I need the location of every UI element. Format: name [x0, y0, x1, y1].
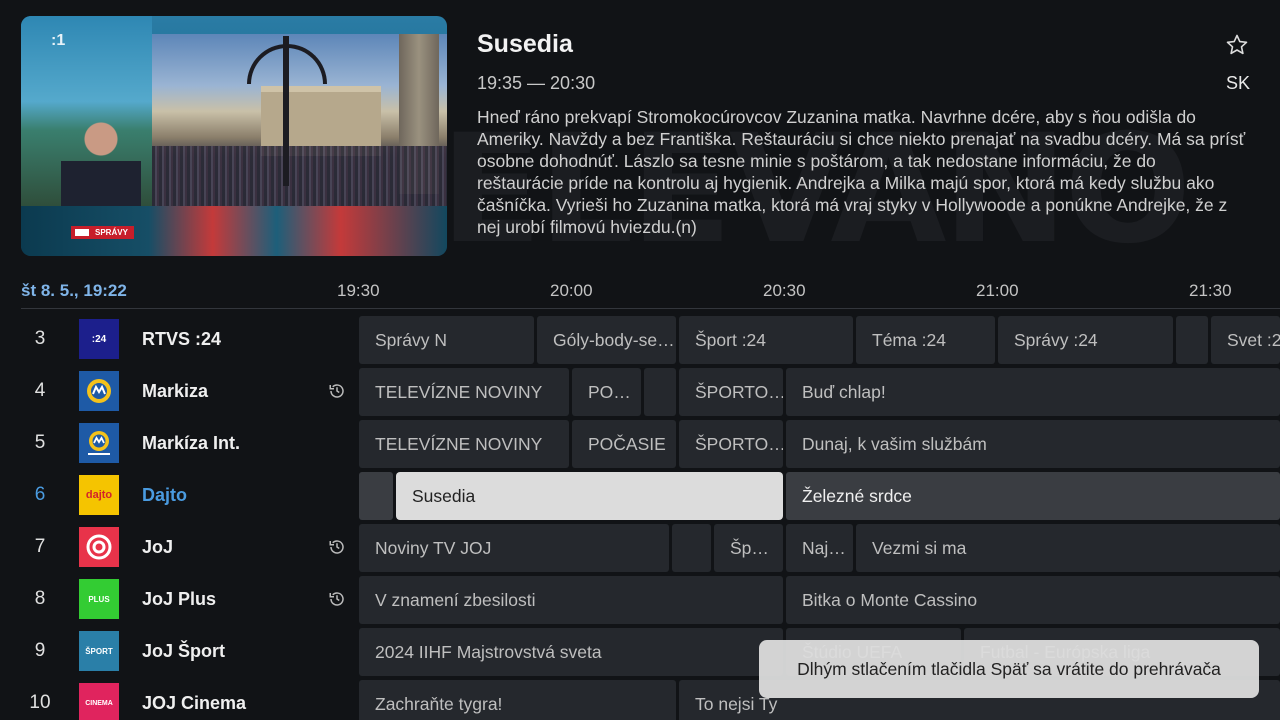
news-badge: SPRÁVY — [71, 226, 134, 239]
news-anchor — [61, 121, 141, 211]
program-cell[interactable]: Zachraňte tygra! — [359, 680, 676, 720]
time-tick: 21:30 — [1189, 281, 1232, 300]
channel-name: JoJ Šport — [142, 641, 226, 661]
channel-number: 3 — [34, 328, 46, 349]
program-cell[interactable]: Buď chlap! — [786, 368, 1280, 416]
program-cell[interactable] — [644, 368, 676, 416]
channel-name: RTVS :24 — [142, 329, 222, 349]
channel-logo — [79, 371, 119, 411]
channel-name: JoJ Plus — [142, 589, 217, 609]
channel-row[interactable]: 7 JoJ Noviny TV JOJ Šp… Naj… Vezmi si ma — [0, 522, 1280, 572]
time-tick: 21:00 — [976, 281, 1019, 300]
history-icon — [329, 540, 344, 554]
program-cell[interactable]: Vezmi si ma — [856, 524, 1280, 572]
channel-number: 7 — [34, 536, 46, 557]
program-cell[interactable]: Bitka o Monte Cassino — [786, 576, 1280, 624]
channel-row[interactable]: 4 Markiza TELEVÍZNE NOVINY PO… ŠPORTO… B… — [0, 366, 1280, 416]
history-icon — [329, 592, 344, 606]
channel-row-selected[interactable]: 6 dajto Dajto Susedia Železné srdce — [0, 470, 1280, 520]
program-cell[interactable]: V znamení zbesilosti — [359, 576, 783, 624]
program-cell[interactable] — [1176, 316, 1208, 364]
channel-number: 6 — [34, 484, 46, 505]
channel-name: JoJ — [142, 537, 174, 557]
program-cell[interactable]: Šp… — [714, 524, 783, 572]
program-cell[interactable]: Železné srdce — [786, 472, 1280, 520]
time-tick: 20:30 — [763, 281, 806, 300]
program-cell[interactable]: ŠPORTO… — [679, 368, 783, 416]
channel-row[interactable]: 5 Markíza Int. TELEVÍZNE NOVINY POČASIE … — [0, 418, 1280, 468]
live-preview-video[interactable]: :1 SPRÁVY — [21, 16, 447, 256]
channel-logo — [79, 423, 119, 463]
language-label: SK — [1226, 73, 1251, 93]
program-cell[interactable]: POČASIE — [572, 420, 676, 468]
program-cell[interactable] — [359, 472, 393, 520]
channel-number: 4 — [34, 380, 46, 401]
program-cell[interactable]: Dunaj, k vašim službám — [786, 420, 1280, 468]
program-cell[interactable]: Svet :24 — [1211, 316, 1280, 364]
channel-logo: :24 — [79, 319, 119, 359]
program-cell[interactable] — [672, 524, 711, 572]
channel-number: 9 — [34, 640, 46, 661]
markiza-logo-icon — [87, 379, 111, 403]
program-cell[interactable]: Správy :24 — [998, 316, 1173, 364]
time-tick: 20:00 — [550, 281, 593, 300]
channel-logo: dajto — [79, 475, 119, 515]
channel-name: Markíza Int. — [142, 433, 241, 453]
channel-number: 5 — [34, 432, 46, 453]
channel-overlay: :1 — [51, 32, 66, 49]
program-cell[interactable]: Góly-body-se… — [537, 316, 676, 364]
joj-logo-icon — [86, 534, 112, 560]
program-cell[interactable]: ŠPORTO… — [679, 420, 783, 468]
scene-crowd — [152, 146, 447, 206]
channel-row[interactable]: 3 :24 RTVS :24 Správy N Góly-body-se… Šp… — [0, 314, 1280, 364]
star-outline-icon[interactable] — [1225, 33, 1249, 57]
program-cell[interactable]: TELEVÍZNE NOVINY — [359, 420, 569, 468]
program-cell[interactable]: TELEVÍZNE NOVINY — [359, 368, 569, 416]
program-time: 19:35 — 20:30 — [477, 73, 596, 93]
timeline-divider — [21, 308, 1280, 309]
channel-logo: CINEMA — [79, 683, 119, 720]
program-cell[interactable]: Šport :24 — [679, 316, 853, 364]
program-cell[interactable]: Téma :24 — [856, 316, 995, 364]
channel-number: 10 — [29, 692, 51, 713]
channel-number: 8 — [34, 588, 46, 609]
program-cell[interactable]: PO… — [572, 368, 641, 416]
channel-row[interactable]: 8 PLUS JoJ Plus V znamení zbesilosti Bit… — [0, 574, 1280, 624]
channel-name: JOJ Cinema — [142, 693, 247, 713]
channel-logo: PLUS — [79, 579, 119, 619]
channel-logo: ŠPORT — [79, 631, 119, 671]
channel-name: Markiza — [142, 381, 209, 401]
program-cell[interactable]: Správy N — [359, 316, 534, 364]
history-icon — [329, 384, 344, 398]
time-tick: 19:30 — [337, 281, 380, 300]
scene-lamp-post — [283, 36, 289, 186]
program-cell[interactable]: Naj… — [786, 524, 853, 572]
current-datetime: št 8. 5., 19:22 — [21, 281, 127, 300]
channel-logo — [79, 527, 119, 567]
program-cell-focused[interactable]: Susedia — [396, 472, 783, 520]
program-description: Hneď ráno prekvapí Stromokocúrovcov Zuza… — [477, 107, 1246, 237]
toast-message: Dlhým stlačením tlačidla Späť sa vrátite… — [759, 640, 1259, 698]
program-cell[interactable]: Noviny TV JOJ — [359, 524, 669, 572]
program-cell[interactable]: 2024 IIHF Majstrovstvá sveta — [359, 628, 783, 676]
channel-name: Dajto — [142, 485, 187, 505]
program-title: Susedia — [477, 30, 573, 58]
markiza-international-logo-icon — [88, 431, 110, 455]
